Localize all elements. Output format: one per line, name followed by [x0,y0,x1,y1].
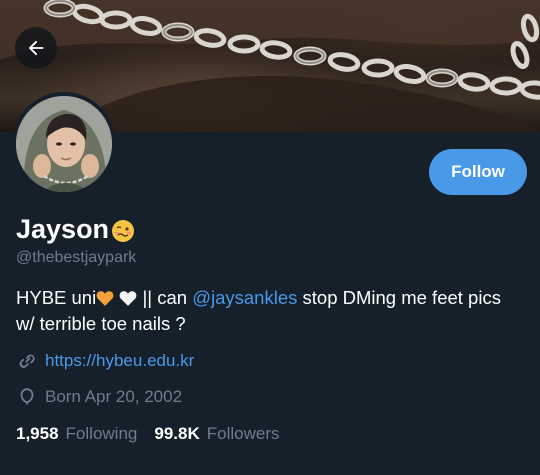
bio-text-2: || can [137,287,193,308]
follow-stats: 1,958 Following 99.8K Followers [16,424,279,444]
follow-button-label: Follow [451,162,505,181]
website-row: https://hybeu.edu.kr [16,350,194,372]
woozy-face-icon [111,217,135,242]
followers-label: Followers [206,424,280,443]
following-count: 1,958 [16,424,59,443]
white-heart-icon [119,287,137,306]
profile-bio: HYBE uni || can @jaysankles stop DMing m… [16,285,521,337]
following-stat[interactable]: 1,958 Following [16,424,137,444]
username-handle: @thebestjaypark [16,249,137,266]
link-icon [16,350,38,372]
website-link[interactable]: https://hybeu.edu.kr [45,351,194,371]
orange-heart-icon [96,287,114,306]
birthday-row: Born Apr 20, 2002 [16,386,182,408]
birthday-text: Born Apr 20, 2002 [45,387,183,406]
display-name: Jayson [16,212,135,246]
back-button[interactable] [15,27,57,69]
followers-stat[interactable]: 99.8K Followers [154,424,279,444]
follow-button[interactable]: Follow [429,149,527,195]
following-label: Following [65,424,138,443]
followers-count: 99.8K [154,424,200,443]
avatar-photo [16,96,112,192]
avatar[interactable] [12,92,116,196]
balloon-icon [16,386,38,408]
display-name-text: Jayson [16,214,110,244]
bio-mention-link[interactable]: @jaysankles [192,287,297,308]
arrow-left-icon [28,40,44,56]
bio-text-1: HYBE uni [16,287,97,308]
